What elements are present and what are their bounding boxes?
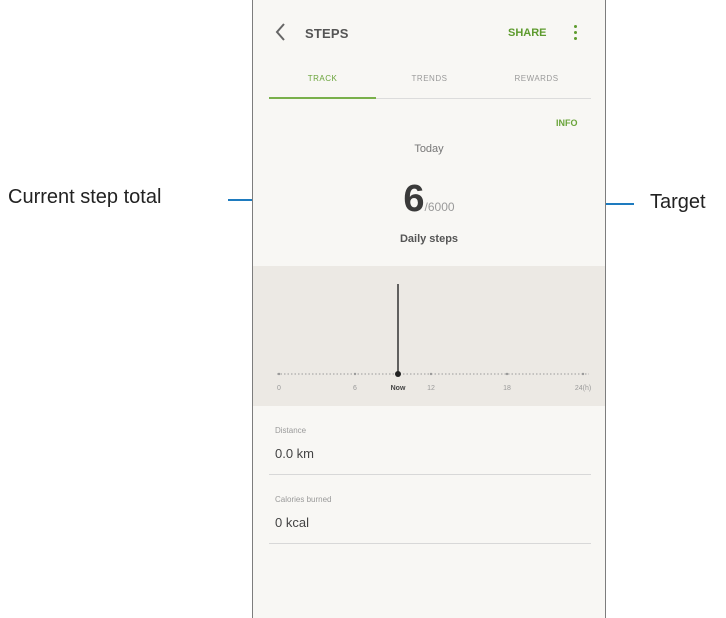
axis-label-6: 6: [353, 385, 357, 392]
tab-track[interactable]: TRACK: [269, 74, 376, 83]
callout-target: Target: [650, 191, 706, 213]
current-step-count: 6: [403, 178, 424, 220]
stat-label: Distance: [275, 426, 307, 435]
calories-stat: Calories burned 0 kcal: [269, 475, 591, 544]
back-arrow-icon[interactable]: [273, 21, 289, 43]
info-button[interactable]: INFO: [556, 118, 578, 128]
hourly-steps-graph[interactable]: 0 6 Now 12 18 24(h): [253, 266, 605, 406]
stats-list: Distance 0.0 km Calories burned 0 kcal: [269, 406, 591, 544]
page-title: STEPS: [305, 26, 349, 41]
steps-summary: 6/6000: [253, 178, 605, 221]
now-marker: [395, 371, 401, 377]
axis-label-24: 24(h): [575, 385, 591, 392]
callout-current-step-total: Current step total: [8, 186, 162, 208]
active-tab-indicator: [269, 97, 376, 99]
stat-label: Calories burned: [275, 495, 332, 504]
share-button[interactable]: SHARE: [508, 27, 547, 39]
tab-trends[interactable]: TRENDS: [376, 74, 483, 83]
axis-label-12: 12: [427, 385, 435, 392]
graph-tick: [277, 372, 281, 376]
axis-label-18: 18: [503, 385, 511, 392]
daily-steps-caption: Daily steps: [399, 233, 459, 245]
graph-tick: [429, 372, 433, 376]
more-options-icon[interactable]: [571, 25, 579, 43]
axis-label-0: 0: [277, 385, 281, 392]
axis-label-now: Now: [391, 385, 406, 392]
day-label: Today: [414, 143, 444, 155]
graph-tick: [581, 372, 585, 376]
tab-bar: TRACK TRENDS REWARDS: [269, 64, 591, 99]
stat-value: 0 kcal: [275, 515, 309, 530]
step-target: /6000: [424, 200, 455, 214]
graph-tick: [353, 372, 357, 376]
phone-screen: STEPS SHARE TRACK TRENDS REWARDS INFO To…: [252, 0, 606, 618]
graph-tick: [505, 372, 509, 376]
distance-stat: Distance 0.0 km: [269, 406, 591, 475]
app-bar: STEPS SHARE: [253, 0, 605, 64]
stat-value: 0.0 km: [275, 446, 315, 461]
tab-rewards[interactable]: REWARDS: [483, 74, 590, 83]
steps-graph-svg: 0 6 Now 12 18 24(h): [277, 284, 591, 392]
